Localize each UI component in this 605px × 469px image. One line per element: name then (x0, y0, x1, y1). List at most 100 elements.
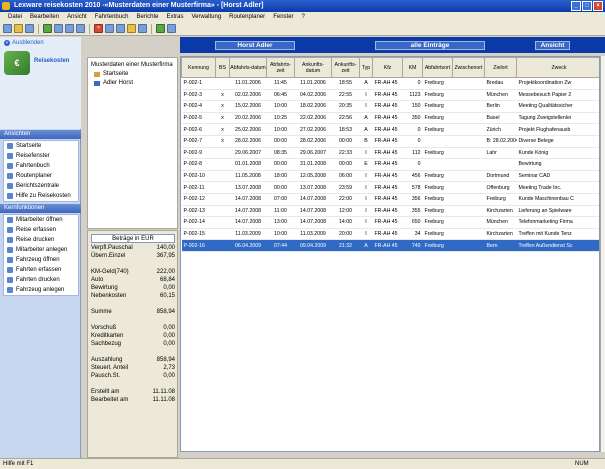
column-header[interactable]: Typ (359, 57, 373, 78)
core-item-5[interactable]: Fahrten erfassen (4, 265, 78, 275)
print-icon[interactable] (54, 24, 63, 33)
minimize-button[interactable]: _ (571, 1, 581, 11)
table-cell: FR-AH 45 (372, 181, 403, 194)
views-item-5[interactable]: Hilfe zu Reisekosten (4, 191, 78, 201)
menu-8[interactable]: Fenster (269, 12, 297, 22)
filter-select[interactable]: alle Einträge (375, 41, 485, 50)
table-row[interactable]: P-002-1 11.01.2006 11:45 11.01.2006 18:55 A FR… (181, 77, 599, 90)
menu-9[interactable]: ? (298, 12, 309, 22)
table-row[interactable]: P-002-7 x 28.02.2006 00:00 28.02.2006 00:00 B F… (181, 135, 599, 148)
views-item-3[interactable]: Routenplaner (4, 171, 78, 181)
column-header[interactable]: Zwischenort (452, 57, 485, 78)
maximize-button[interactable]: □ (582, 1, 592, 11)
table-row[interactable]: P-002-12 14.07.2008 07:00 14.07.2008 22:00 I F… (181, 193, 599, 206)
table-row[interactable]: P-002-10 11.05.2008 18:00 12.05.2008 06:00 I F… (181, 170, 599, 183)
column-header[interactable]: BS (215, 57, 230, 78)
table-cell: 20:35 (331, 100, 360, 113)
table-row[interactable]: P-002-6 x 25.02.2006 10:00 27.02.2006 18:53 A F… (181, 123, 599, 136)
table-cell (452, 100, 485, 113)
menu-7[interactable]: Routenplaner (225, 12, 269, 22)
table-cell: 0 (402, 123, 423, 136)
save-icon[interactable] (25, 24, 34, 33)
table-cell: FR-AH 45 (372, 100, 403, 113)
column-header[interactable]: Kennung (181, 57, 216, 78)
menu-1[interactable]: Bearbeiten (26, 12, 63, 22)
calculate-icon[interactable] (76, 24, 85, 33)
column-header[interactable]: Ankunfts-datum (294, 57, 332, 78)
core-item-6[interactable]: Fahrten drucken (4, 275, 78, 285)
section-core[interactable]: Kernfunktionen (0, 204, 81, 213)
table-row[interactable]: P-002-3 x 02.02.2006 06:45 04.02.2006 22:55 I F… (181, 89, 599, 102)
preview-icon[interactable] (65, 24, 74, 33)
table-cell: Telefonmarketing Firma (516, 216, 599, 229)
table-row[interactable]: P-002-16 06.04.2009 07:44 09.04.2009 21:32 A F… (181, 239, 599, 252)
views-item-0[interactable]: Startseite (4, 141, 78, 151)
header-bar: Horst Adler alle Einträge Ansicht (180, 37, 605, 53)
column-header[interactable]: Zweck (516, 57, 599, 78)
mail-icon[interactable] (167, 24, 176, 33)
table-row[interactable]: P-002-13 14.07.2008 11:00 14.07.2008 12:00 I F… (181, 205, 599, 218)
column-header[interactable]: Ankunfts-zeit (331, 57, 360, 78)
menu-4[interactable]: Berichte (132, 12, 162, 22)
tree-item-start[interactable]: Startseite (91, 70, 174, 79)
table-cell: 22.02.2006 (294, 112, 332, 125)
tree-item-employee[interactable]: Adler Horst (91, 79, 174, 88)
menu-6[interactable]: Verwaltung (187, 12, 225, 22)
table-cell: 11.03.2009 (294, 228, 332, 241)
table-row[interactable]: P-002-5 x 20.02.2006 10:25 22.02.2006 22:56 A F… (181, 112, 599, 125)
table-cell: FR-AH 45 (372, 158, 403, 171)
hide-sidebar-link[interactable]: « Ausblenden (4, 40, 44, 46)
table-row[interactable]: P-002-4 x 15.02.2006 10:00 18.02.2006 20:35 I F… (181, 100, 599, 113)
table-cell: Bewirtung (516, 158, 599, 171)
column-header[interactable]: Kfz (372, 57, 403, 78)
core-item-1[interactable]: Reise erfassen (4, 225, 78, 235)
table-cell: Lahr (484, 147, 517, 160)
table-row[interactable]: P-002-15 11.03.2009 10:00 11.03.2009 20:00 I F… (181, 228, 599, 241)
new-icon[interactable] (3, 24, 12, 33)
table-row[interactable]: P-002-14 14.07.2008 13:00 14.07.2008 14:00 I F… (181, 216, 599, 229)
table-cell (452, 112, 485, 125)
vertical-scrollbar[interactable] (600, 56, 605, 452)
refresh-icon[interactable] (156, 24, 165, 33)
table-cell: 14.07.2008 (229, 205, 267, 218)
column-header[interactable]: KM (402, 57, 423, 78)
menu-0[interactable]: Datei (4, 12, 26, 22)
menu-5[interactable]: Extras (162, 12, 187, 22)
currency-select[interactable]: Beträge in EUR (91, 234, 175, 243)
edit-icon[interactable] (138, 24, 147, 33)
close-button[interactable]: × (593, 1, 603, 11)
table-cell: P-002-15 (181, 228, 216, 241)
table-row[interactable]: P-002-9 29.06.2007 08:35 29.06.2007 22:33 I FR… (181, 147, 599, 160)
car-icon[interactable] (116, 24, 125, 33)
core-item-3[interactable]: Mitarbeiter anlegen (4, 245, 78, 255)
tree-root[interactable]: Musterdaten einer Musterfirma (91, 61, 174, 70)
table-row[interactable]: P-002-11 13.07.2008 00:00 13.07.2008 23:59 I F… (181, 181, 599, 194)
add-icon[interactable] (43, 24, 52, 33)
column-header[interactable]: Zielort (484, 57, 517, 78)
delete-icon[interactable]: × (94, 24, 103, 33)
section-views[interactable]: Ansichten (0, 130, 81, 139)
table-cell: 29.06.2007 (294, 147, 332, 160)
views-item-1[interactable]: Reisefenster (4, 151, 78, 161)
views-item-2[interactable]: Fahrtenbuch (4, 161, 78, 171)
core-item-2[interactable]: Reise drucken (4, 235, 78, 245)
menu-3[interactable]: Fahrtenbuch (91, 12, 133, 22)
table-cell: 04.02.2006 (294, 89, 332, 102)
column-header[interactable]: Abfahrts-datum (229, 57, 267, 78)
views-item-4[interactable]: Berichtszentrale (4, 181, 78, 191)
core-item-7[interactable]: Fahrzeug anlegen (4, 285, 78, 295)
core-item-4[interactable]: Fahrzeug öffnen (4, 255, 78, 265)
folder-icon[interactable] (127, 24, 136, 33)
menu-2[interactable]: Ansicht (63, 12, 91, 22)
copy-icon[interactable] (105, 24, 114, 33)
core-item-0[interactable]: Mitarbeiter öffnen (4, 215, 78, 225)
table-cell: 29.06.2007 (229, 147, 267, 160)
table-cell: Freiburg (422, 216, 453, 229)
table-row[interactable]: P-002-8 01.01.2008 00:00 31.01.2008 00:00 E FR… (181, 158, 599, 171)
table-cell: I (359, 89, 373, 102)
open-icon[interactable] (14, 24, 23, 33)
column-header[interactable]: Abfahrtsort (422, 57, 453, 78)
column-header[interactable]: Abfahrts-zeit (266, 57, 295, 78)
table-cell: 14.07.2008 (294, 193, 332, 206)
view-button[interactable]: Ansicht (535, 41, 570, 50)
